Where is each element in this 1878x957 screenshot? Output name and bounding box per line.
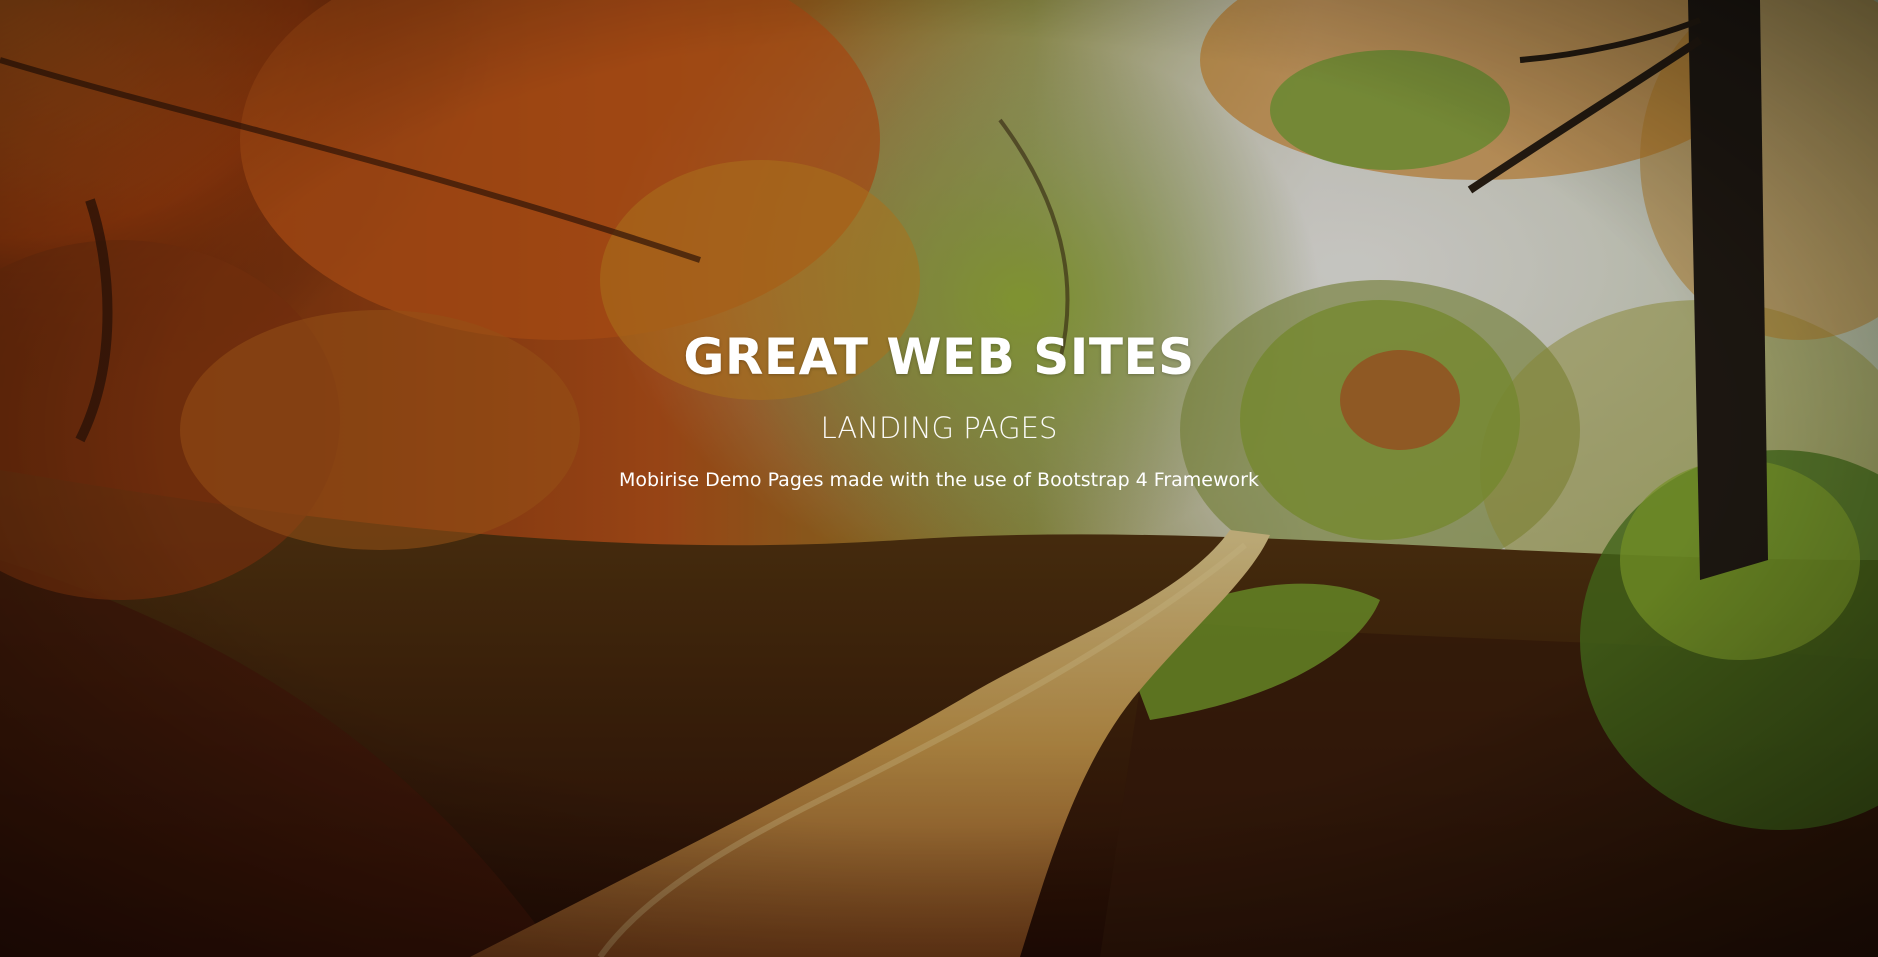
hero-section: GREAT WEB SITES LANDING PAGES Mobirise D… — [0, 0, 1878, 957]
hero-content: GREAT WEB SITES LANDING PAGES Mobirise D… — [0, 322, 1878, 494]
hero-text: Mobirise Demo Pages made with the use of… — [619, 469, 1259, 491]
hero-subtitle: LANDING PAGES — [820, 411, 1058, 445]
hero-title: GREAT WEB SITES — [683, 328, 1195, 386]
